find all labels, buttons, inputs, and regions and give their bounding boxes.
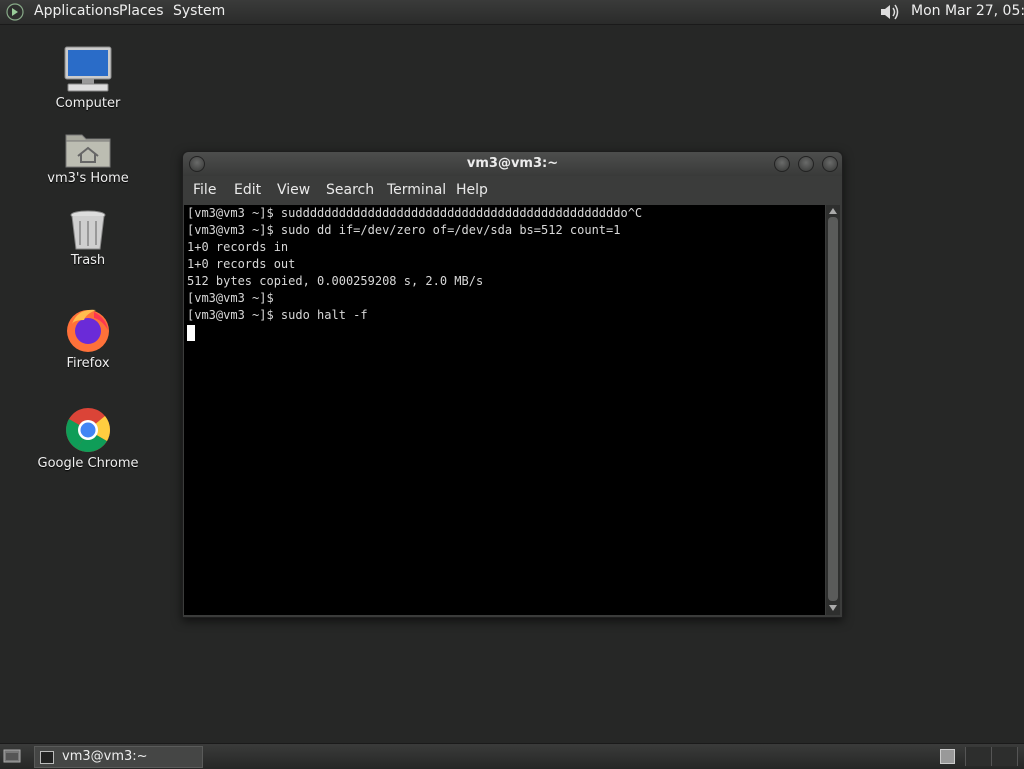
clock[interactable]: Mon Mar 27, 05:19: [911, 0, 1024, 22]
home-label: vm3's Home: [47, 171, 129, 186]
chrome-icon: [66, 408, 111, 452]
desktop-icon-chrome[interactable]: Google Chrome: [33, 406, 143, 471]
places-menu[interactable]: Places: [119, 0, 164, 24]
terminal-scrollbar[interactable]: [826, 205, 840, 615]
applications-menu[interactable]: Applications: [34, 0, 120, 24]
volume-icon[interactable]: [878, 2, 902, 22]
system-menu[interactable]: System: [173, 0, 225, 24]
taskbar-item-terminal[interactable]: vm3@vm3:~: [34, 746, 203, 768]
close-button[interactable]: [822, 156, 838, 172]
desktop-icon-firefox[interactable]: Firefox: [33, 306, 143, 371]
menu-view[interactable]: View: [277, 182, 310, 198]
distro-logo-icon[interactable]: [6, 3, 24, 21]
terminal-line: 512 bytes copied, 0.000259208 s, 2.0 MB/…: [187, 274, 484, 288]
menu-search[interactable]: Search: [326, 182, 374, 198]
minimize-button[interactable]: [774, 156, 790, 172]
terminal-line: 1+0 records out: [187, 257, 296, 271]
desktop-icon-trash[interactable]: Trash: [33, 209, 143, 268]
workspace-2[interactable]: [992, 747, 1018, 766]
scroll-down-arrow-icon[interactable]: [829, 605, 837, 611]
firefox-label: Firefox: [66, 356, 110, 371]
text-cursor: [187, 325, 195, 341]
terminal-line: [vm3@vm3 ~]$: [187, 291, 274, 305]
computer-icon: [64, 46, 112, 92]
maximize-button[interactable]: [798, 156, 814, 172]
workspace-1[interactable]: [966, 747, 992, 766]
chrome-label: Google Chrome: [37, 456, 139, 471]
terminal-window: vm3@vm3:~ File Edit View Search Terminal…: [182, 151, 843, 618]
terminal-line: [vm3@vm3 ~]$ suddddddddddddddddddddddddd…: [187, 206, 643, 220]
firefox-icon: [67, 309, 109, 352]
menu-edit[interactable]: Edit: [234, 182, 261, 198]
menu-terminal[interactable]: Terminal: [387, 182, 446, 198]
window-titlebar[interactable]: vm3@vm3:~: [183, 152, 842, 176]
scrollbar-thumb[interactable]: [828, 217, 838, 601]
trash-applet-icon[interactable]: [940, 749, 955, 764]
terminal-output[interactable]: [vm3@vm3 ~]$ suddddddddddddddddddddddddd…: [184, 205, 825, 615]
trash-label: Trash: [70, 253, 106, 268]
workspace-switcher[interactable]: [965, 747, 1018, 766]
bottom-panel: vm3@vm3:~: [0, 743, 1024, 769]
terminal-line: [vm3@vm3 ~]$ sudo halt -f: [187, 308, 368, 322]
trash-icon: [70, 210, 106, 250]
show-desktop-icon[interactable]: [3, 748, 21, 764]
desktop-icon-home[interactable]: vm3's Home: [33, 129, 143, 186]
menu-file[interactable]: File: [193, 182, 216, 198]
terminal-line: 1+0 records in: [187, 240, 289, 254]
home-folder-icon: [65, 134, 111, 168]
taskbar-item-label: vm3@vm3:~: [62, 749, 148, 764]
terminal-line: [vm3@vm3 ~]$ sudo dd if=/dev/zero of=/de…: [187, 223, 621, 237]
desktop-icon-computer[interactable]: Computer: [33, 46, 143, 111]
window-title: vm3@vm3:~: [466, 156, 559, 171]
scroll-up-arrow-icon[interactable]: [829, 208, 837, 214]
top-panel: Applications Places System Mon Mar 27, 0…: [0, 0, 1024, 25]
terminal-icon: [40, 751, 54, 764]
menu-help[interactable]: Help: [456, 182, 488, 198]
terminal-menubar: File Edit View Search Terminal Help: [183, 176, 842, 204]
computer-label: Computer: [55, 96, 121, 111]
